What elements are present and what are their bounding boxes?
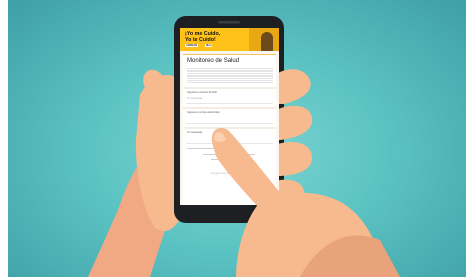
- tapping-hand: [211, 127, 400, 277]
- scene: ¡Yo me Cuido, Yo te Cuido! ANDEAN fibra …: [0, 0, 472, 277]
